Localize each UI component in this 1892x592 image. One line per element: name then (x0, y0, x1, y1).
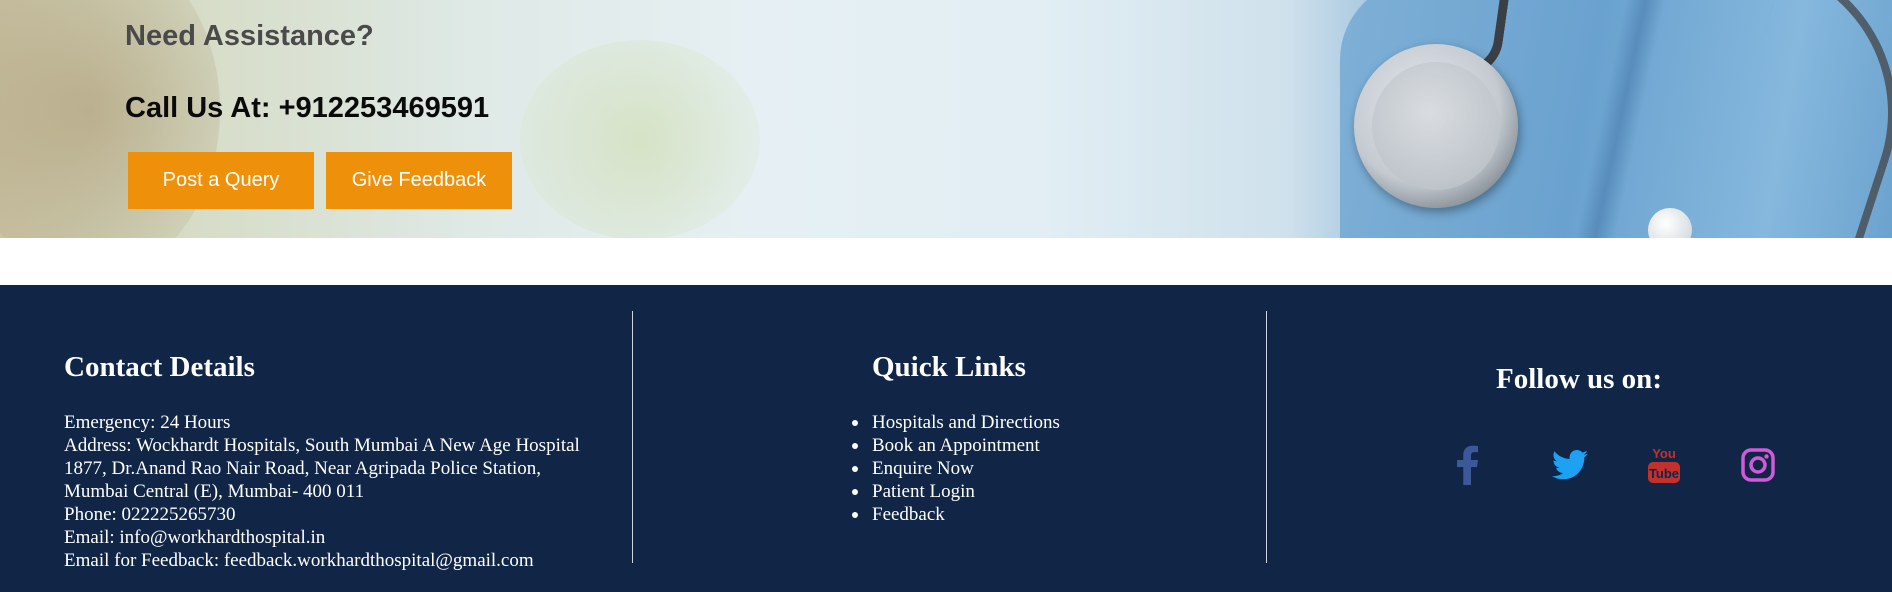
give-feedback-button[interactable]: Give Feedback (326, 152, 512, 209)
need-assistance-heading: Need Assistance? (125, 20, 374, 52)
emergency-hours: Emergency: 24 Hours (64, 412, 231, 433)
twitter-icon[interactable] (1550, 445, 1590, 485)
instagram-icon[interactable] (1738, 445, 1778, 485)
email-address: Email: info@workhardthospital.in (64, 527, 326, 548)
youtube-icon[interactable]: You Tube (1644, 445, 1684, 485)
column-divider (1266, 311, 1267, 563)
list-item: Feedback (852, 503, 1060, 526)
contact-details-heading: Contact Details (64, 351, 255, 383)
call-us-text: Call Us At: +912253469591 (125, 92, 490, 124)
column-divider (632, 311, 633, 563)
quick-links-list: Hospitals and Directions Book an Appoint… (852, 411, 1060, 526)
link-book-appointment[interactable]: Book an Appointment (872, 435, 1040, 456)
address-line-3: Mumbai Central (E), Mumbai- 400 011 (64, 481, 365, 502)
address-line-1: Address: Wockhardt Hospitals, South Mumb… (64, 435, 580, 456)
contact-details-block: Emergency: 24 Hours Address: Wockhardt H… (64, 411, 624, 572)
link-patient-login[interactable]: Patient Login (872, 481, 975, 502)
link-hospitals-directions[interactable]: Hospitals and Directions (872, 412, 1060, 433)
hero-banner: Need Assistance? Call Us At: +9122534695… (0, 0, 1892, 238)
address-line-2: 1877, Dr.Anand Rao Nair Road, Near Agrip… (64, 458, 542, 479)
link-enquire-now[interactable]: Enquire Now (872, 458, 974, 479)
list-item: Hospitals and Directions (852, 411, 1060, 434)
youtube-logo-text: You (1652, 446, 1676, 461)
list-item: Enquire Now (852, 457, 1060, 480)
background-blur (520, 40, 760, 238)
link-feedback[interactable]: Feedback (872, 504, 945, 525)
quick-links-heading: Quick Links (872, 351, 1026, 383)
facebook-icon[interactable] (1448, 445, 1488, 485)
feedback-email-address: Email for Feedback: feedback.workhardtho… (64, 550, 534, 571)
list-item: Patient Login (852, 480, 1060, 503)
phone-number: Phone: 022225265730 (64, 504, 236, 525)
post-query-button[interactable]: Post a Query (128, 152, 314, 209)
site-footer: Contact Details Emergency: 24 Hours Addr… (0, 285, 1892, 592)
list-item: Book an Appointment (852, 434, 1060, 457)
stethoscope-diaphragm (1372, 62, 1500, 190)
youtube-logo-text: Tube (1649, 466, 1679, 481)
follow-us-heading: Follow us on: (1496, 363, 1662, 395)
